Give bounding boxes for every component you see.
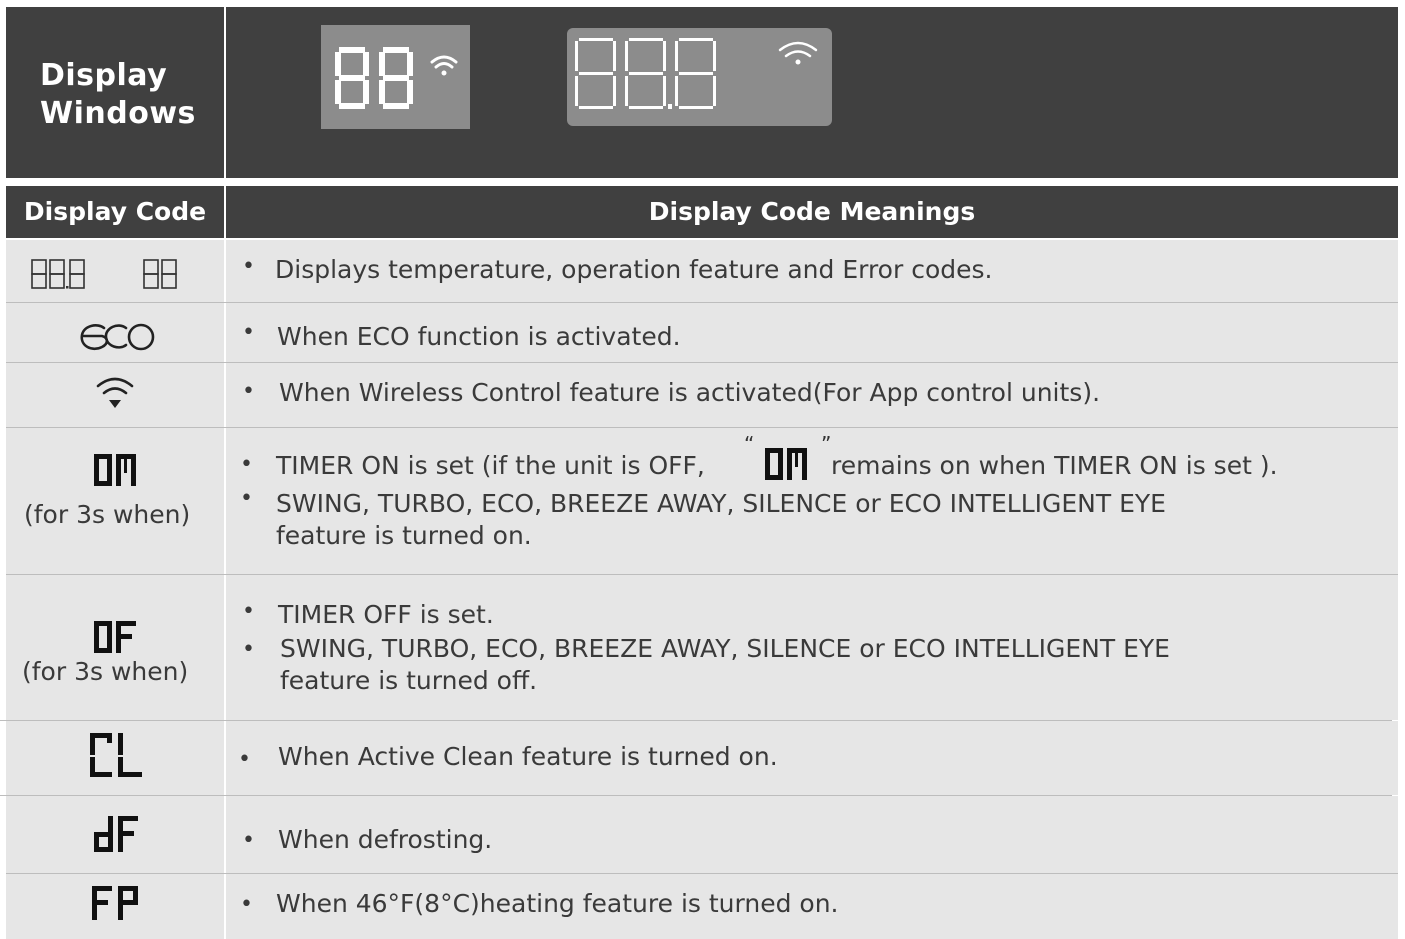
row-5-meaning-1: TIMER OFF is set. (278, 600, 494, 629)
row-4-meaning-cell: • TIMER ON is set (if the unit is OFF, “… (226, 428, 1398, 574)
row-2-meaning-cell: • When ECO function is activated. (226, 303, 1398, 362)
bullet: • (242, 637, 255, 662)
bullet: • (242, 254, 255, 279)
row-4-meaning-2-line1: SWING, TURBO, ECO, BREEZE AWAY, SILENCE … (276, 489, 1166, 518)
row-4-meaning-1-pre: TIMER ON is set (if the unit is OFF, (276, 451, 705, 480)
bullet: • (242, 320, 255, 345)
column-header-display-code-meanings: Display Code Meanings (226, 186, 1398, 238)
row-6-meaning: When Active Clean feature is turned on. (278, 742, 778, 771)
row-4-code-note: (for 3s when) (24, 500, 191, 529)
row-4-code-cell: (for 3s when) (6, 428, 224, 574)
bullet: • (240, 892, 253, 917)
row-3-code-cell (6, 363, 224, 427)
segment-fp-icon (92, 886, 138, 920)
bullet: • (242, 379, 255, 404)
row-7-meaning-cell: • When defrosting. (226, 796, 1398, 873)
segment-888-and-88-icon (31, 259, 177, 289)
column-header-display-code: Display Code (6, 186, 224, 238)
row-8-meaning-cell: • When 46°F(8°C)heating feature is turne… (226, 874, 1398, 939)
eco-icon (80, 323, 155, 351)
segment-df-icon (94, 816, 138, 852)
row-3-meaning-cell: • When Wireless Control feature is activ… (226, 363, 1398, 427)
row-6-code-cell (6, 721, 224, 795)
display-windows-header-cell: Display Windows (6, 7, 224, 178)
title-line-1: Display (40, 58, 168, 93)
bullet: • (242, 599, 255, 624)
wifi-icon (96, 377, 134, 408)
row-5-meaning-2-line1: SWING, TURBO, ECO, BREEZE AWAY, SILENCE … (280, 634, 1170, 663)
row-6-meaning-cell: • When Active Clean feature is turned on… (226, 721, 1398, 795)
bullet: • (240, 452, 253, 477)
display-windows-title: Display Windows (40, 57, 220, 133)
row-5-code-cell: (for 3s when) (6, 575, 224, 720)
row-1-code-cell (6, 240, 224, 302)
large-display-888-icon (567, 28, 832, 126)
close-quote: ” (821, 432, 832, 456)
bullet: • (238, 747, 251, 772)
row-7-meaning: When defrosting. (278, 825, 493, 854)
row-5-meaning-cell: • TIMER OFF is set. • SWING, TURBO, ECO,… (226, 575, 1398, 720)
open-quote: “ (744, 432, 755, 456)
row-8-code-cell (6, 874, 224, 939)
segment-cl-icon (90, 733, 142, 777)
row-1-meaning-cell: • Displays temperature, operation featur… (226, 240, 1398, 302)
row-8-meaning: When 46°F(8°C)heating feature is turned … (276, 889, 839, 918)
segment-of-icon (94, 621, 136, 653)
row-2-code-cell (6, 303, 224, 362)
row-4-meaning-1-post: remains on when TIMER ON is set ). (831, 451, 1278, 480)
title-line-2: Windows (40, 96, 196, 131)
row-7-code-cell (6, 796, 224, 873)
segment-on-icon (94, 454, 136, 486)
segment-on-inline-icon (765, 448, 807, 480)
row-5-meaning-2-line2: feature is turned off. (280, 666, 538, 695)
row-5-code-note: (for 3s when) (22, 657, 189, 686)
small-display-88-icon (321, 25, 470, 129)
row-2-meaning: When ECO function is activated. (277, 322, 681, 351)
row-1-meaning: Displays temperature, operation feature … (275, 255, 993, 284)
row-3-meaning: When Wireless Control feature is activat… (279, 378, 1101, 407)
bullet: • (242, 828, 255, 853)
bullet: • (240, 486, 253, 511)
row-4-meaning-2-line2: feature is turned on. (276, 521, 532, 550)
display-windows-graphic-cell (226, 7, 1398, 178)
